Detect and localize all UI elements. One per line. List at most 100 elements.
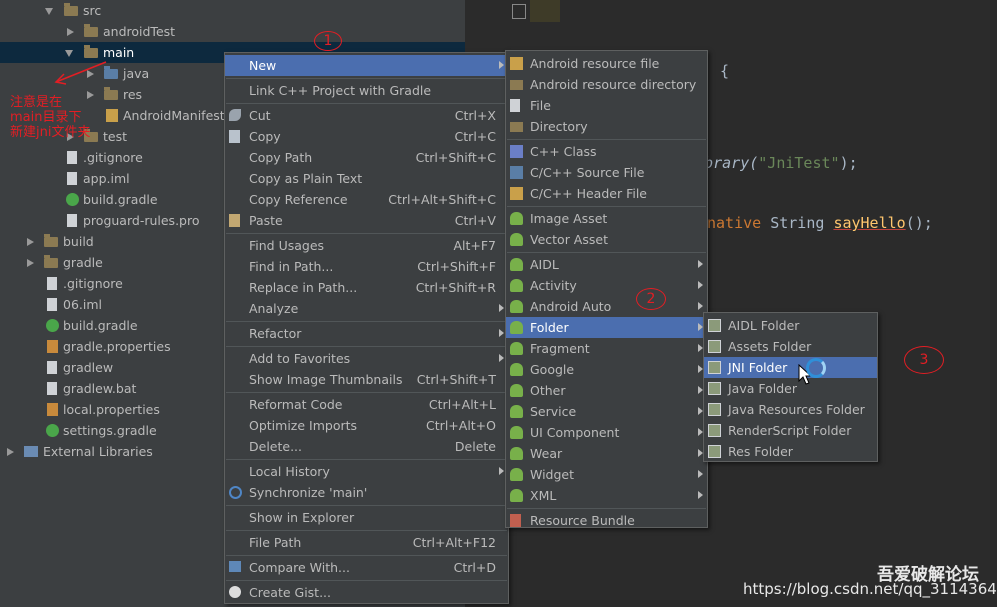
folder-icon bbox=[708, 424, 721, 437]
folder-icon bbox=[708, 445, 721, 458]
folder_menu-item[interactable]: Java Folder bbox=[704, 378, 877, 399]
new_menu-item[interactable]: C++ Class bbox=[506, 141, 707, 162]
context_menu-item[interactable]: Copy as Plain Text bbox=[225, 168, 508, 189]
new_menu-item[interactable]: Directory bbox=[506, 116, 707, 137]
menu-item-label: File bbox=[530, 98, 551, 113]
folder_menu-item[interactable]: Assets Folder bbox=[704, 336, 877, 357]
new_menu-item[interactable]: Image Asset bbox=[506, 208, 707, 229]
new_menu-item[interactable]: File bbox=[506, 95, 707, 116]
submenu-arrow-icon bbox=[698, 260, 703, 268]
new_menu-item[interactable]: C/C++ Header File bbox=[506, 183, 707, 204]
context_menu-item[interactable]: Synchronize 'main' bbox=[225, 482, 508, 503]
menu-item-shortcut: Delete bbox=[454, 439, 496, 454]
context_menu-item[interactable]: Optimize Imports Ctrl+Alt+O bbox=[225, 415, 508, 436]
tree-item-label: build.gradle bbox=[63, 318, 138, 333]
tree-item-label: proguard-rules.pro bbox=[83, 213, 200, 228]
context_menu-item[interactable]: Add to Favorites bbox=[225, 348, 508, 369]
tree-item-label: gradle bbox=[63, 255, 103, 270]
context_menu-item[interactable]: Find in Path... Ctrl+Shift+F bbox=[225, 256, 508, 277]
context_menu-item[interactable]: Reformat Code Ctrl+Alt+L bbox=[225, 394, 508, 415]
menu-item-label: C/C++ Header File bbox=[530, 186, 647, 201]
folder_menu-item[interactable]: Res Folder bbox=[704, 441, 877, 462]
tree-item-label: settings.gradle bbox=[63, 423, 157, 438]
context_menu-item[interactable]: Copy Reference Ctrl+Alt+Shift+C bbox=[225, 189, 508, 210]
new_menu-item[interactable]: AIDL bbox=[506, 254, 707, 275]
context_menu-item[interactable]: Copy Ctrl+C bbox=[225, 126, 508, 147]
chevron-right-icon[interactable] bbox=[67, 28, 74, 36]
menu-item-label: JNI Folder bbox=[728, 360, 788, 375]
new_menu-item[interactable]: C/C++ Source File bbox=[506, 162, 707, 183]
context_menu-item[interactable]: Cut Ctrl+X bbox=[225, 105, 508, 126]
new_menu-item[interactable]: Resource Bundle bbox=[506, 510, 707, 531]
menu-item-label: XML bbox=[530, 488, 557, 503]
android-icon bbox=[510, 300, 523, 313]
folder_menu-item[interactable]: AIDL Folder bbox=[704, 315, 877, 336]
context_menu-item[interactable]: Delete... Delete bbox=[225, 436, 508, 457]
new_menu-item[interactable]: Wear bbox=[506, 443, 707, 464]
new_menu-item[interactable]: Widget bbox=[506, 464, 707, 485]
folder-icon bbox=[708, 403, 721, 416]
context_menu-item[interactable]: Copy Path Ctrl+Shift+C bbox=[225, 147, 508, 168]
chevron-right-icon[interactable] bbox=[27, 259, 34, 267]
menu-item-label: Fragment bbox=[530, 341, 590, 356]
menu-item-shortcut: Ctrl+C bbox=[454, 129, 496, 144]
android-icon bbox=[510, 279, 523, 292]
context_menu-item[interactable]: Find Usages Alt+F7 bbox=[225, 235, 508, 256]
new_menu-item[interactable]: Android resource file bbox=[506, 53, 707, 74]
folder-submenu: AIDL Folder Assets Folder JNI Folder Java F… bbox=[703, 312, 878, 462]
new_menu-item[interactable]: Fragment bbox=[506, 338, 707, 359]
menu-item-label: Image Asset bbox=[530, 211, 608, 226]
context_menu-item[interactable]: Analyze bbox=[225, 298, 508, 319]
chevron-right-icon[interactable] bbox=[7, 448, 14, 456]
menu-separator bbox=[226, 233, 507, 234]
gradle-icon bbox=[66, 193, 79, 206]
context_menu-item[interactable]: Paste Ctrl+V bbox=[225, 210, 508, 231]
context_menu-item[interactable]: Create Gist... bbox=[225, 582, 508, 603]
folder_menu-item[interactable]: RenderScript Folder bbox=[704, 420, 877, 441]
menu-item-label: C++ Class bbox=[530, 144, 597, 159]
menu-separator bbox=[226, 555, 507, 556]
folder_menu-item[interactable]: Java Resources Folder bbox=[704, 399, 877, 420]
context_menu-item[interactable]: Link C++ Project with Gradle bbox=[225, 80, 508, 101]
menu-item-label: Compare With... bbox=[249, 560, 350, 575]
annotation-mark-3: 3 bbox=[904, 346, 944, 374]
new_menu-item[interactable]: Activity bbox=[506, 275, 707, 296]
context_menu-item[interactable]: New bbox=[225, 55, 508, 76]
context_menu-item[interactable]: Compare With... Ctrl+D bbox=[225, 557, 508, 578]
context_menu-item[interactable]: Refactor bbox=[225, 323, 508, 344]
new_menu-item[interactable]: Vector Asset bbox=[506, 229, 707, 250]
chevron-right-icon[interactable] bbox=[27, 238, 34, 246]
new_menu-item[interactable]: Android Auto bbox=[506, 296, 707, 317]
context_menu-item[interactable]: File Path Ctrl+Alt+F12 bbox=[225, 532, 508, 553]
code-line-native: native String sayHello(); bbox=[707, 214, 933, 232]
new_menu-item[interactable]: Other bbox=[506, 380, 707, 401]
submenu-arrow-icon bbox=[499, 304, 504, 312]
new_menu-item[interactable]: Service bbox=[506, 401, 707, 422]
chevron-down-icon[interactable] bbox=[65, 50, 73, 57]
menu-item-shortcut: Ctrl+Shift+T bbox=[416, 372, 496, 387]
menu-item-shortcut: Alt+F7 bbox=[453, 238, 496, 253]
file-icon bbox=[47, 298, 57, 311]
new_menu-item[interactable]: Android resource directory bbox=[506, 74, 707, 95]
new_menu-item[interactable]: XML bbox=[506, 485, 707, 506]
folder-icon bbox=[84, 45, 98, 58]
tree-item-label: gradle.properties bbox=[63, 339, 171, 354]
menu-item-label: Java Resources Folder bbox=[728, 402, 865, 417]
new_menu-item[interactable]: Google bbox=[506, 359, 707, 380]
context_menu-item[interactable]: Show Image Thumbnails Ctrl+Shift+T bbox=[225, 369, 508, 390]
menu-separator bbox=[226, 103, 507, 104]
menu-item-shortcut: Ctrl+V bbox=[454, 213, 496, 228]
tree-item-label: AndroidManifest. bbox=[123, 108, 229, 123]
bookmark-icon bbox=[512, 4, 526, 19]
menu-item-label: Reformat Code bbox=[249, 397, 343, 412]
menu-separator bbox=[226, 392, 507, 393]
context_menu-item[interactable]: Local History bbox=[225, 461, 508, 482]
new_menu-item[interactable]: UI Component bbox=[506, 422, 707, 443]
context_menu-item[interactable]: Show in Explorer bbox=[225, 507, 508, 528]
folder_menu-item[interactable]: JNI Folder bbox=[704, 357, 877, 378]
copy-icon bbox=[229, 130, 240, 143]
chevron-down-icon[interactable] bbox=[45, 8, 53, 15]
menu-item-label: Activity bbox=[530, 278, 577, 293]
context_menu-item[interactable]: Replace in Path... Ctrl+Shift+R bbox=[225, 277, 508, 298]
new_menu-item[interactable]: Folder bbox=[506, 317, 707, 338]
